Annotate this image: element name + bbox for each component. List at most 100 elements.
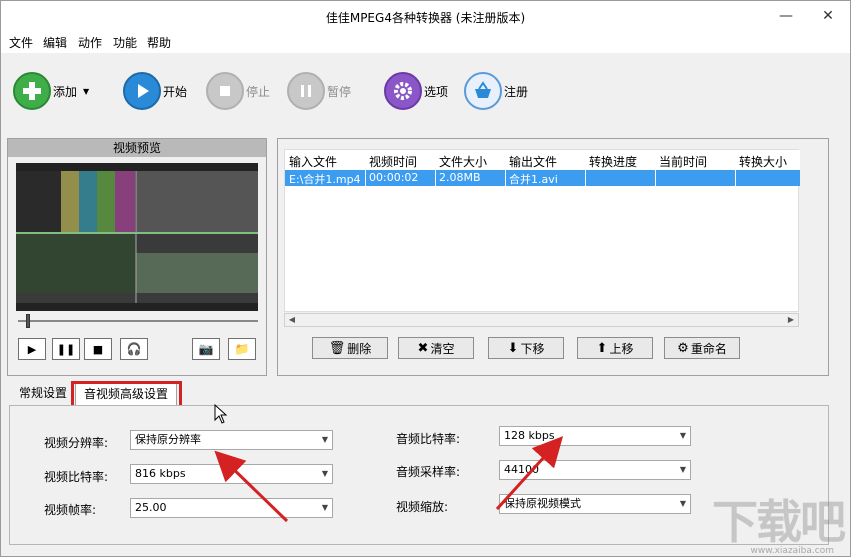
menu-edit[interactable]: 编辑: [43, 34, 67, 51]
column-converted-size[interactable]: 转换大小: [739, 153, 787, 170]
video-preview-panel: 视频预览 ▶ ❚❚ ■ 🎧 📷 📁: [7, 138, 267, 376]
stop-button[interactable]: 停止: [206, 71, 270, 111]
video-resolution-label: 视频分辨率:: [44, 436, 109, 450]
table-row[interactable]: E:\合并1.mp4 00:00:02 2.08MB 合并1.avi: [285, 170, 800, 186]
play-icon: ▶: [27, 342, 37, 356]
video-scale-label: 视频缩放:: [396, 500, 449, 514]
scroll-left-icon[interactable]: ◀: [285, 314, 299, 326]
chevron-down-icon: ▼: [321, 435, 328, 444]
menu-help[interactable]: 帮助: [147, 34, 171, 51]
horizontal-scrollbar[interactable]: ◀ ▶: [284, 313, 799, 327]
move-down-button[interactable]: ⬇ 下移: [488, 337, 564, 359]
audio-samplerate-label: 音频采样率:: [396, 465, 461, 479]
menu-file[interactable]: 文件: [9, 34, 33, 51]
stop-label: 停止: [246, 84, 271, 99]
folder-icon: 📁: [234, 342, 250, 356]
video-image: [16, 163, 258, 311]
arrow-down-icon: ⬇: [507, 340, 519, 356]
move-up-label: 上移: [609, 341, 634, 356]
pause-icon: ❚❚: [56, 342, 76, 356]
dropdown-arrow-icon[interactable]: ▼: [83, 87, 89, 96]
video-scale-value: 保持原视频模式: [504, 497, 581, 510]
register-button[interactable]: 注册: [464, 71, 528, 111]
cell-file-size: 2.08MB: [439, 171, 481, 184]
video-bitrate-value: 816 kbps: [135, 467, 186, 480]
audio-bitrate-label: 音频比特率:: [396, 432, 461, 446]
video-bitrate-label: 视频比特率:: [44, 470, 109, 484]
headphones-button[interactable]: 🎧: [120, 338, 148, 360]
pause-button[interactable]: 暂停: [287, 71, 351, 111]
video-resolution-select[interactable]: 保持原分辨率 ▼: [130, 430, 333, 450]
start-label: 开始: [163, 84, 188, 99]
gear-icon: [384, 72, 422, 110]
tab-general[interactable]: 常规设置: [19, 381, 67, 405]
trash-icon: 🗑: [328, 340, 346, 356]
window-title: 佳佳MPEG4各种转换器 (未注册版本): [325, 11, 526, 25]
plus-icon: [13, 72, 51, 110]
column-file-size[interactable]: 文件大小: [439, 153, 487, 170]
chevron-down-icon: ▼: [679, 499, 686, 508]
seek-handle[interactable]: [26, 314, 30, 328]
delete-button[interactable]: 🗑 删除: [312, 337, 388, 359]
add-button[interactable]: 添加 ▼: [13, 71, 89, 111]
audio-samplerate-select[interactable]: 44100 ▼: [499, 460, 691, 480]
watermark-logo: 下载吧: [712, 495, 846, 549]
rename-button[interactable]: ⚙ 重命名: [664, 337, 740, 359]
mouse-cursor-icon: [214, 404, 228, 424]
clear-button[interactable]: ✖ 清空: [398, 337, 474, 359]
menu-bar: 文件 编辑 动作 功能 帮助: [1, 31, 850, 53]
cell-output-file: 合并1.avi: [509, 173, 558, 186]
pause-small-button[interactable]: ❚❚: [52, 338, 80, 360]
column-video-time[interactable]: 视频时间: [369, 153, 417, 170]
rename-label: 重命名: [690, 341, 727, 356]
watermark-site: www.xiazaiba.com: [750, 546, 834, 556]
audio-bitrate-value: 128 kbps: [504, 429, 555, 442]
audio-samplerate-value: 44100: [504, 463, 539, 476]
cell-input-file: E:\合并1.mp4: [289, 173, 361, 186]
cell-video-time: 00:00:02: [369, 171, 419, 184]
snapshot-button[interactable]: 📷: [192, 338, 220, 360]
play-button[interactable]: ▶: [18, 338, 46, 360]
column-progress[interactable]: 转换进度: [589, 153, 637, 170]
play-icon: [123, 72, 161, 110]
delete-label: 删除: [347, 341, 372, 356]
menu-action[interactable]: 动作: [78, 34, 102, 51]
x-icon: ✖: [417, 340, 429, 356]
rename-icon: ⚙: [677, 340, 689, 356]
options-label: 选项: [424, 84, 449, 99]
options-button[interactable]: 选项: [384, 71, 448, 111]
minimize-button[interactable]: —: [771, 5, 801, 27]
register-label: 注册: [504, 84, 529, 99]
preview-title: 视频预览: [8, 139, 266, 157]
camera-icon: 📷: [198, 342, 214, 356]
column-divider: [655, 170, 656, 186]
video-fps-value: 25.00: [135, 501, 167, 514]
arrow-up-icon: ⬆: [596, 340, 608, 356]
audio-bitrate-select[interactable]: 128 kbps ▼: [499, 426, 691, 446]
pause-icon: [287, 72, 325, 110]
stop-small-button[interactable]: ■: [84, 338, 112, 360]
column-output-file[interactable]: 输出文件: [509, 153, 557, 170]
scroll-right-icon[interactable]: ▶: [784, 314, 798, 326]
column-divider: [735, 170, 736, 186]
seek-bar[interactable]: [18, 320, 258, 322]
stop-icon: ■: [92, 342, 104, 356]
app-window: 佳佳MPEG4各种转换器 (未注册版本) — ✕ 文件 编辑 动作 功能 帮助 …: [0, 0, 851, 557]
move-up-button[interactable]: ⬆ 上移: [577, 337, 653, 359]
headphones-icon: 🎧: [126, 342, 142, 356]
clear-label: 清空: [430, 341, 455, 356]
column-current-time[interactable]: 当前时间: [659, 153, 707, 170]
add-label: 添加: [53, 84, 78, 99]
move-down-label: 下移: [520, 341, 545, 356]
video-scale-select[interactable]: 保持原视频模式 ▼: [499, 494, 691, 514]
open-folder-button[interactable]: 📁: [228, 338, 256, 360]
chevron-down-icon: ▼: [679, 465, 686, 474]
video-fps-select[interactable]: 25.00 ▼: [130, 498, 333, 518]
pause-label: 暂停: [327, 84, 352, 99]
menu-function[interactable]: 功能: [113, 34, 137, 51]
close-button[interactable]: ✕: [813, 5, 843, 27]
column-input-file[interactable]: 输入文件: [289, 153, 337, 170]
video-bitrate-select[interactable]: 816 kbps ▼: [130, 464, 333, 484]
start-button[interactable]: 开始: [123, 71, 187, 111]
column-divider: [505, 170, 506, 186]
